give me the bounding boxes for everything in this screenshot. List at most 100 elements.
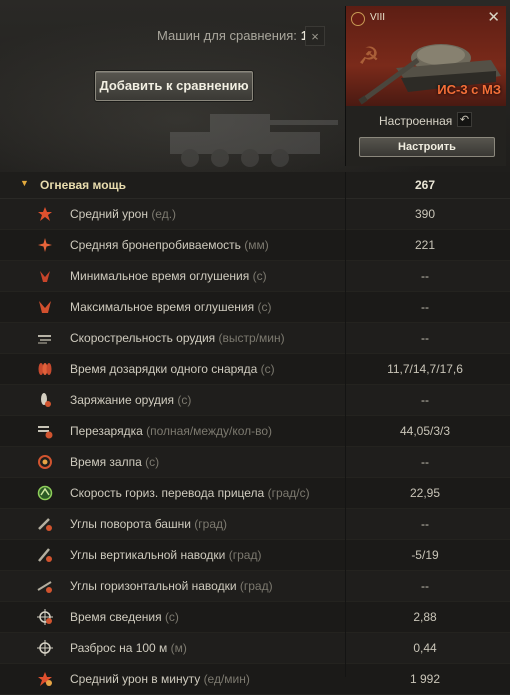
- stat-label-text: Средняя бронепробиваемость: [70, 238, 241, 252]
- stat-value: --: [421, 300, 429, 314]
- table-row: Минимальное время оглушения (с) --: [0, 261, 510, 292]
- stat-unit: (град): [228, 548, 262, 562]
- stat-label: Углы вертикальной наводки (град): [70, 548, 261, 562]
- rate-of-fire-icon: [38, 335, 51, 344]
- stat-label-text: Скорость гориз. перевода прицела: [70, 486, 265, 500]
- config-state-label: Настроенная: [379, 114, 453, 128]
- table-row: Скорострельность орудия (выстр/мин) --: [0, 323, 510, 354]
- table-row: Углы вертикальной наводки (град) -5/19: [0, 540, 510, 571]
- table-row: Время дозарядки одного снаряда (с) 11,7/1…: [0, 354, 510, 385]
- background-tank-art: [170, 114, 338, 167]
- table-row: Перезарядка (полная/между/кол-во) 44,05/3…: [0, 416, 510, 447]
- stat-value: 0,44: [413, 641, 437, 655]
- dpm-icon: [38, 672, 52, 686]
- stat-unit: (мм): [244, 238, 269, 252]
- table-row: Средняя бронепробиваемость (мм) 221: [0, 230, 510, 261]
- stat-value: 44,05/3/3: [399, 424, 451, 438]
- stat-value: 1 992: [409, 672, 441, 686]
- compare-header: Машин для сравнения:1 × Добавить к сравн…: [0, 0, 510, 173]
- salvo-icon: [38, 455, 52, 469]
- stat-value: --: [421, 331, 429, 345]
- stat-label-text: Углы горизонтальной наводки: [70, 579, 237, 593]
- stat-value: --: [421, 269, 429, 283]
- stat-label-text: Средний урон в минуту: [70, 672, 201, 686]
- stat-label-text: Разброс на 100 м: [70, 641, 168, 655]
- stat-label: Средний урон (ед.): [70, 207, 176, 221]
- stat-unit: (град): [239, 579, 273, 593]
- configure-button[interactable]: Настроить: [359, 137, 495, 157]
- stat-value: 22,95: [409, 486, 441, 500]
- stat-value: --: [421, 393, 429, 407]
- turret-angle-icon: [38, 518, 52, 531]
- stat-value: 2,88: [413, 610, 437, 624]
- add-to-compare-button[interactable]: Добавить к сравнению: [95, 71, 253, 101]
- clear-compare-button[interactable]: ×: [305, 26, 325, 46]
- table-row: Углы поворота башни (град) --: [0, 509, 510, 540]
- table-row: Время залпа (с) --: [0, 447, 510, 478]
- stat-value: 221: [414, 238, 436, 252]
- stat-label: Средняя бронепробиваемость (мм): [70, 238, 269, 252]
- section-value: 267: [414, 178, 436, 192]
- table-row: Средний урон в минуту (ед/мин) 1 992: [0, 664, 510, 695]
- stat-label: Время сведения (с): [70, 610, 179, 624]
- close-icon[interactable]: ✕: [487, 8, 500, 26]
- stat-unit: (ед/мин): [203, 672, 250, 686]
- stat-label-text: Время сведения: [70, 610, 162, 624]
- table-row: Скорость гориз. перевода прицела (град/с…: [0, 478, 510, 509]
- shell-reload-icon: [38, 363, 52, 375]
- stat-label-text: Средний урон: [70, 207, 148, 221]
- stat-label: Скорострельность орудия (выстр/мин): [70, 331, 285, 345]
- stat-label: Углы поворота башни (град): [70, 517, 227, 531]
- stat-label: Перезарядка (полная/между/кол-во): [70, 424, 272, 438]
- stat-label-text: Время залпа: [70, 455, 142, 469]
- stun-min-icon: [40, 271, 50, 282]
- column-divider: [345, 172, 346, 677]
- loading-icon: [41, 393, 51, 407]
- stat-unit: (град): [194, 517, 227, 531]
- section-firepower[interactable]: ▼ Огневая мощь 267: [0, 172, 510, 199]
- compare-count: Машин для сравнения:1: [157, 28, 308, 43]
- stat-unit: (с): [257, 300, 272, 314]
- stat-value: 390: [414, 207, 436, 221]
- table-row: Максимальное время оглушения (с) --: [0, 292, 510, 323]
- elevation-icon: [38, 548, 52, 562]
- stat-label: Скорость гориз. перевода прицела (град/с…: [70, 486, 310, 500]
- nation-flag-icon: [351, 12, 365, 26]
- stat-label: Время дозарядки одного снаряда (с): [70, 362, 275, 376]
- stat-label-text: Углы вертикальной наводки: [70, 548, 226, 562]
- reset-icon[interactable]: ↶: [457, 112, 472, 127]
- vehicle-card: ☭ VIII ✕ ИС-3 с МЗ Настроенная ↶ Настрои…: [345, 6, 506, 166]
- stat-label: Разброс на 100 м (м): [70, 641, 187, 655]
- chevron-down-icon[interactable]: ▼: [20, 178, 29, 188]
- stat-value: --: [421, 517, 429, 531]
- stat-label: Максимальное время оглушения (с): [70, 300, 271, 314]
- stat-label-text: Время дозарядки одного снаряда: [70, 362, 258, 376]
- stat-label-text: Максимальное время оглушения: [70, 300, 255, 314]
- penetration-icon: [38, 238, 52, 252]
- table-row: Углы горизонтальной наводки (град) --: [0, 571, 510, 602]
- stat-unit: (м): [170, 641, 187, 655]
- damage-icon: [38, 207, 52, 221]
- stat-unit: (град/с): [267, 486, 310, 500]
- vehicle-name: ИС-3 с МЗ: [437, 82, 501, 97]
- table-row: Средний урон (ед.) 390: [0, 199, 510, 230]
- stat-label: Заряжание орудия (с): [70, 393, 191, 407]
- stat-unit: (ед.): [151, 207, 177, 221]
- stat-unit: (выстр/мин): [218, 331, 285, 345]
- stat-value: --: [421, 455, 429, 469]
- stat-label: Углы горизонтальной наводки (град): [70, 579, 273, 593]
- stun-max-icon: [39, 301, 51, 313]
- stat-rows: Средний урон (ед.) 390 Средняя бронепробив…: [0, 199, 510, 695]
- stat-label-text: Углы поворота башни: [70, 517, 191, 531]
- table-row: Разброс на 100 м (м) 0,44: [0, 633, 510, 664]
- table-row: Заряжание орудия (с) --: [0, 385, 510, 416]
- aim-time-icon: [37, 609, 53, 625]
- dispersion-icon: [37, 640, 53, 656]
- stat-label-text: Минимальное время оглушения: [70, 269, 250, 283]
- stat-label-text: Заряжание орудия: [70, 393, 175, 407]
- stat-label-text: Скорострельность орудия: [70, 331, 216, 345]
- stat-unit: (с): [164, 610, 179, 624]
- horizontal-aim-icon: [37, 581, 52, 593]
- compare-count-label: Машин для сравнения:: [157, 28, 297, 43]
- reload-icon: [38, 426, 53, 439]
